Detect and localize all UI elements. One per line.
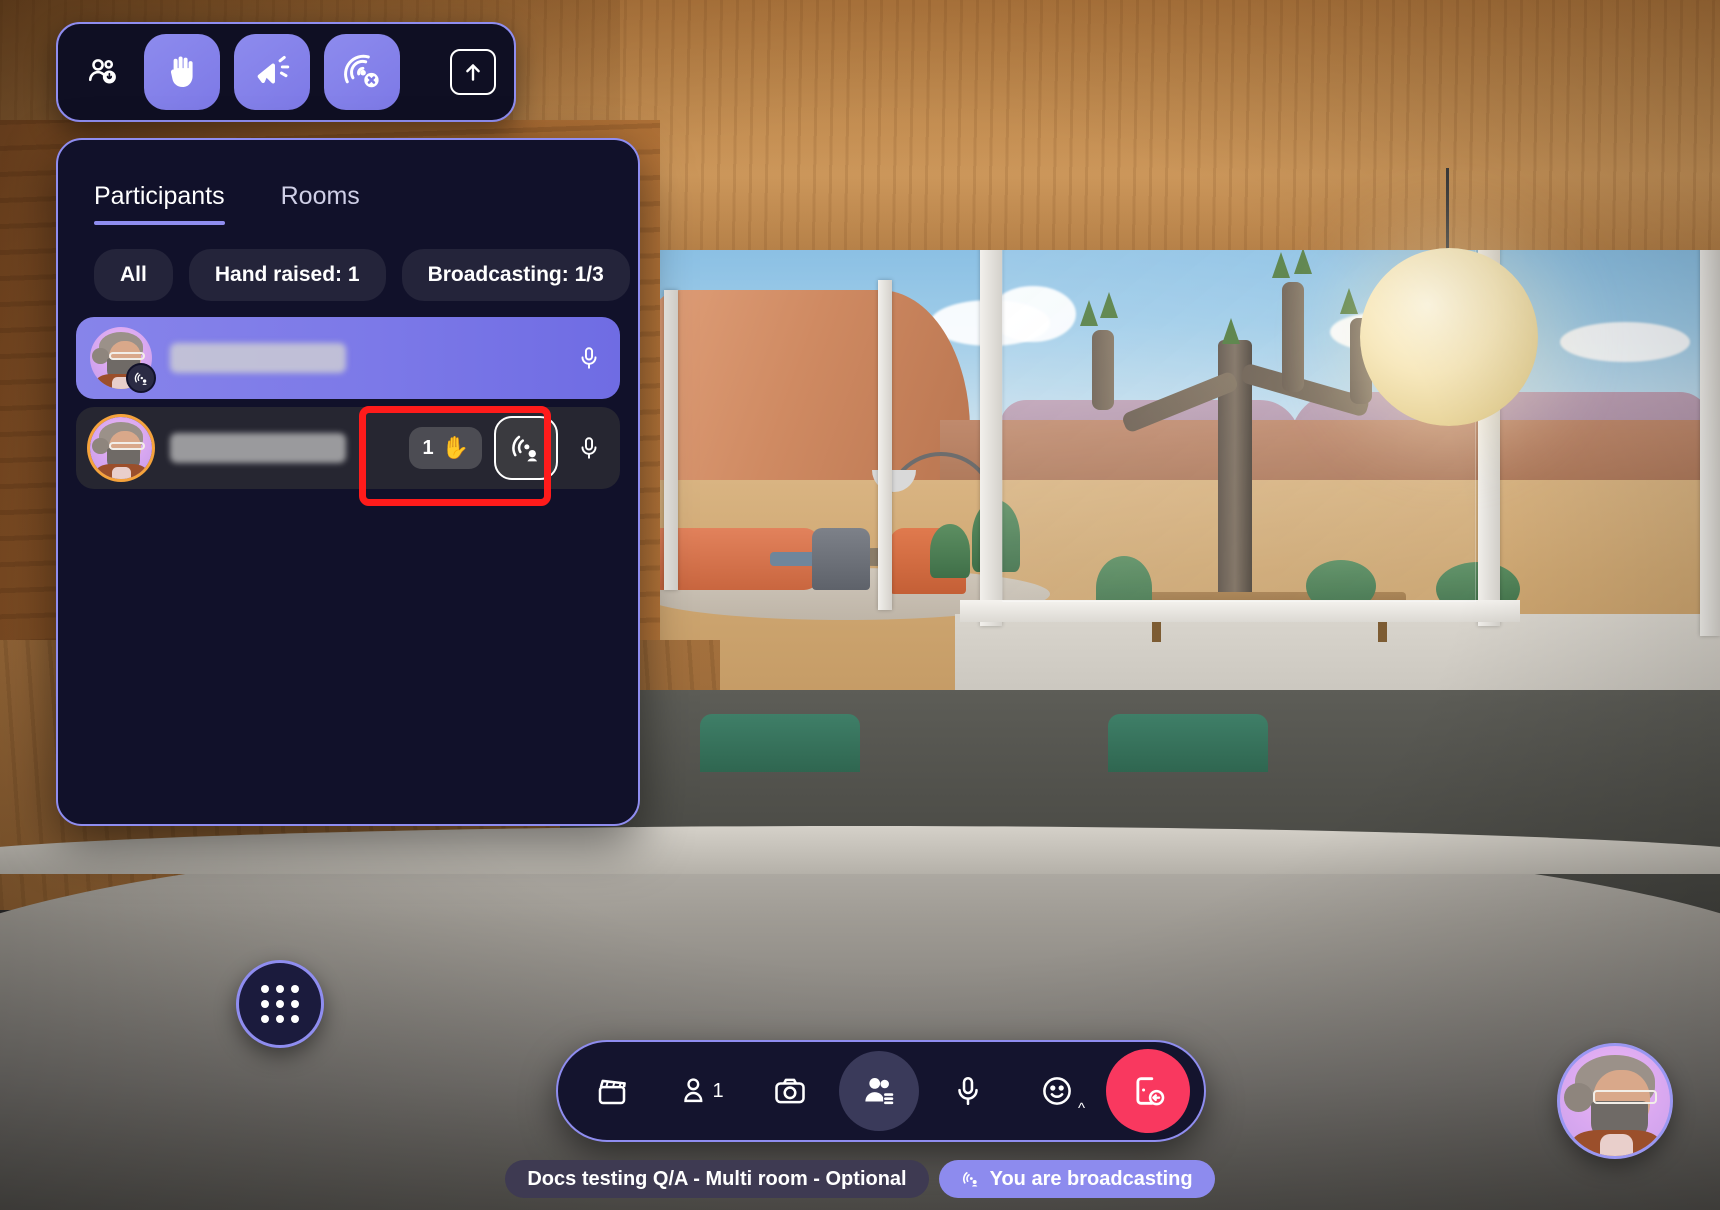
tab-rooms[interactable]: Rooms bbox=[281, 182, 360, 225]
participant-list: 1 ✋ bbox=[58, 301, 638, 489]
microphone-icon[interactable] bbox=[572, 435, 606, 461]
filter-hand-raised[interactable]: Hand raised: 1 bbox=[188, 249, 386, 301]
stop-broadcast-button[interactable] bbox=[324, 34, 400, 110]
meeting-title: Docs testing Q/A - Multi room - Optional bbox=[527, 1167, 907, 1190]
grid-dot bbox=[291, 1000, 299, 1008]
hand-raised-count: 1 bbox=[422, 436, 434, 459]
broadcast-status-badge: You are broadcasting bbox=[938, 1160, 1215, 1198]
raise-hand-button[interactable] bbox=[144, 34, 220, 110]
announce-button[interactable] bbox=[234, 34, 310, 110]
grid-dot bbox=[261, 1015, 269, 1023]
participants-button[interactable] bbox=[839, 1051, 919, 1131]
microphone-icon[interactable] bbox=[572, 345, 606, 371]
camera-button[interactable] bbox=[750, 1051, 830, 1131]
participant-broadcast-button[interactable] bbox=[494, 416, 558, 480]
avatar bbox=[90, 417, 152, 479]
meeting-title-badge: Docs testing Q/A - Multi room - Optional bbox=[505, 1160, 929, 1198]
participants-panel: Participants Rooms All Hand raised: 1 Br… bbox=[56, 138, 640, 826]
status-bar: Docs testing Q/A - Multi room - Optional… bbox=[0, 1160, 1720, 1198]
participants-audio-icon[interactable] bbox=[76, 45, 130, 99]
microphone-button[interactable] bbox=[928, 1051, 1008, 1131]
filter-all[interactable]: All bbox=[94, 249, 173, 301]
hand-raised-count-pill[interactable]: 1 ✋ bbox=[409, 427, 482, 469]
reactions-button[interactable]: ^ bbox=[1017, 1051, 1097, 1131]
participant-row-hand-raised[interactable]: 1 ✋ bbox=[76, 407, 620, 489]
avatar-image bbox=[90, 417, 152, 479]
filter-broadcasting[interactable]: Broadcasting: 1/3 bbox=[401, 249, 630, 301]
people-count-button[interactable]: 1 bbox=[661, 1051, 741, 1131]
chevron-up-icon: ^ bbox=[1077, 1100, 1085, 1117]
broadcast-icon bbox=[961, 1169, 981, 1189]
grid-dot bbox=[276, 985, 284, 993]
broadcast-icon bbox=[126, 363, 156, 393]
pop-out-button[interactable] bbox=[450, 49, 496, 95]
self-avatar[interactable] bbox=[1557, 1043, 1673, 1159]
participant-name-redacted bbox=[170, 433, 346, 463]
grid-dot bbox=[261, 985, 269, 993]
grid-dot bbox=[261, 1000, 269, 1008]
panel-tabs: Participants Rooms bbox=[58, 140, 638, 225]
raised-hand-icon: ✋ bbox=[441, 435, 469, 460]
quick-action-bar bbox=[56, 22, 516, 122]
recording-button[interactable] bbox=[572, 1051, 652, 1131]
app-launcher-button[interactable] bbox=[236, 960, 324, 1048]
grid-dot bbox=[291, 985, 299, 993]
people-count: 1 bbox=[712, 1079, 724, 1102]
meeting-toolbar: 1 ^ bbox=[556, 1040, 1206, 1142]
participant-filters: All Hand raised: 1 Broadcasting: 1/3 bbox=[58, 225, 638, 301]
participant-row-speaking[interactable] bbox=[76, 317, 620, 399]
participant-name-redacted bbox=[170, 343, 346, 373]
leave-button[interactable] bbox=[1106, 1049, 1190, 1133]
avatar bbox=[90, 327, 156, 393]
grid-dot bbox=[291, 1015, 299, 1023]
grid-dot bbox=[276, 1015, 284, 1023]
grid-dot bbox=[276, 1000, 284, 1008]
tab-participants[interactable]: Participants bbox=[94, 182, 225, 225]
broadcast-status-text: You are broadcasting bbox=[989, 1167, 1193, 1190]
